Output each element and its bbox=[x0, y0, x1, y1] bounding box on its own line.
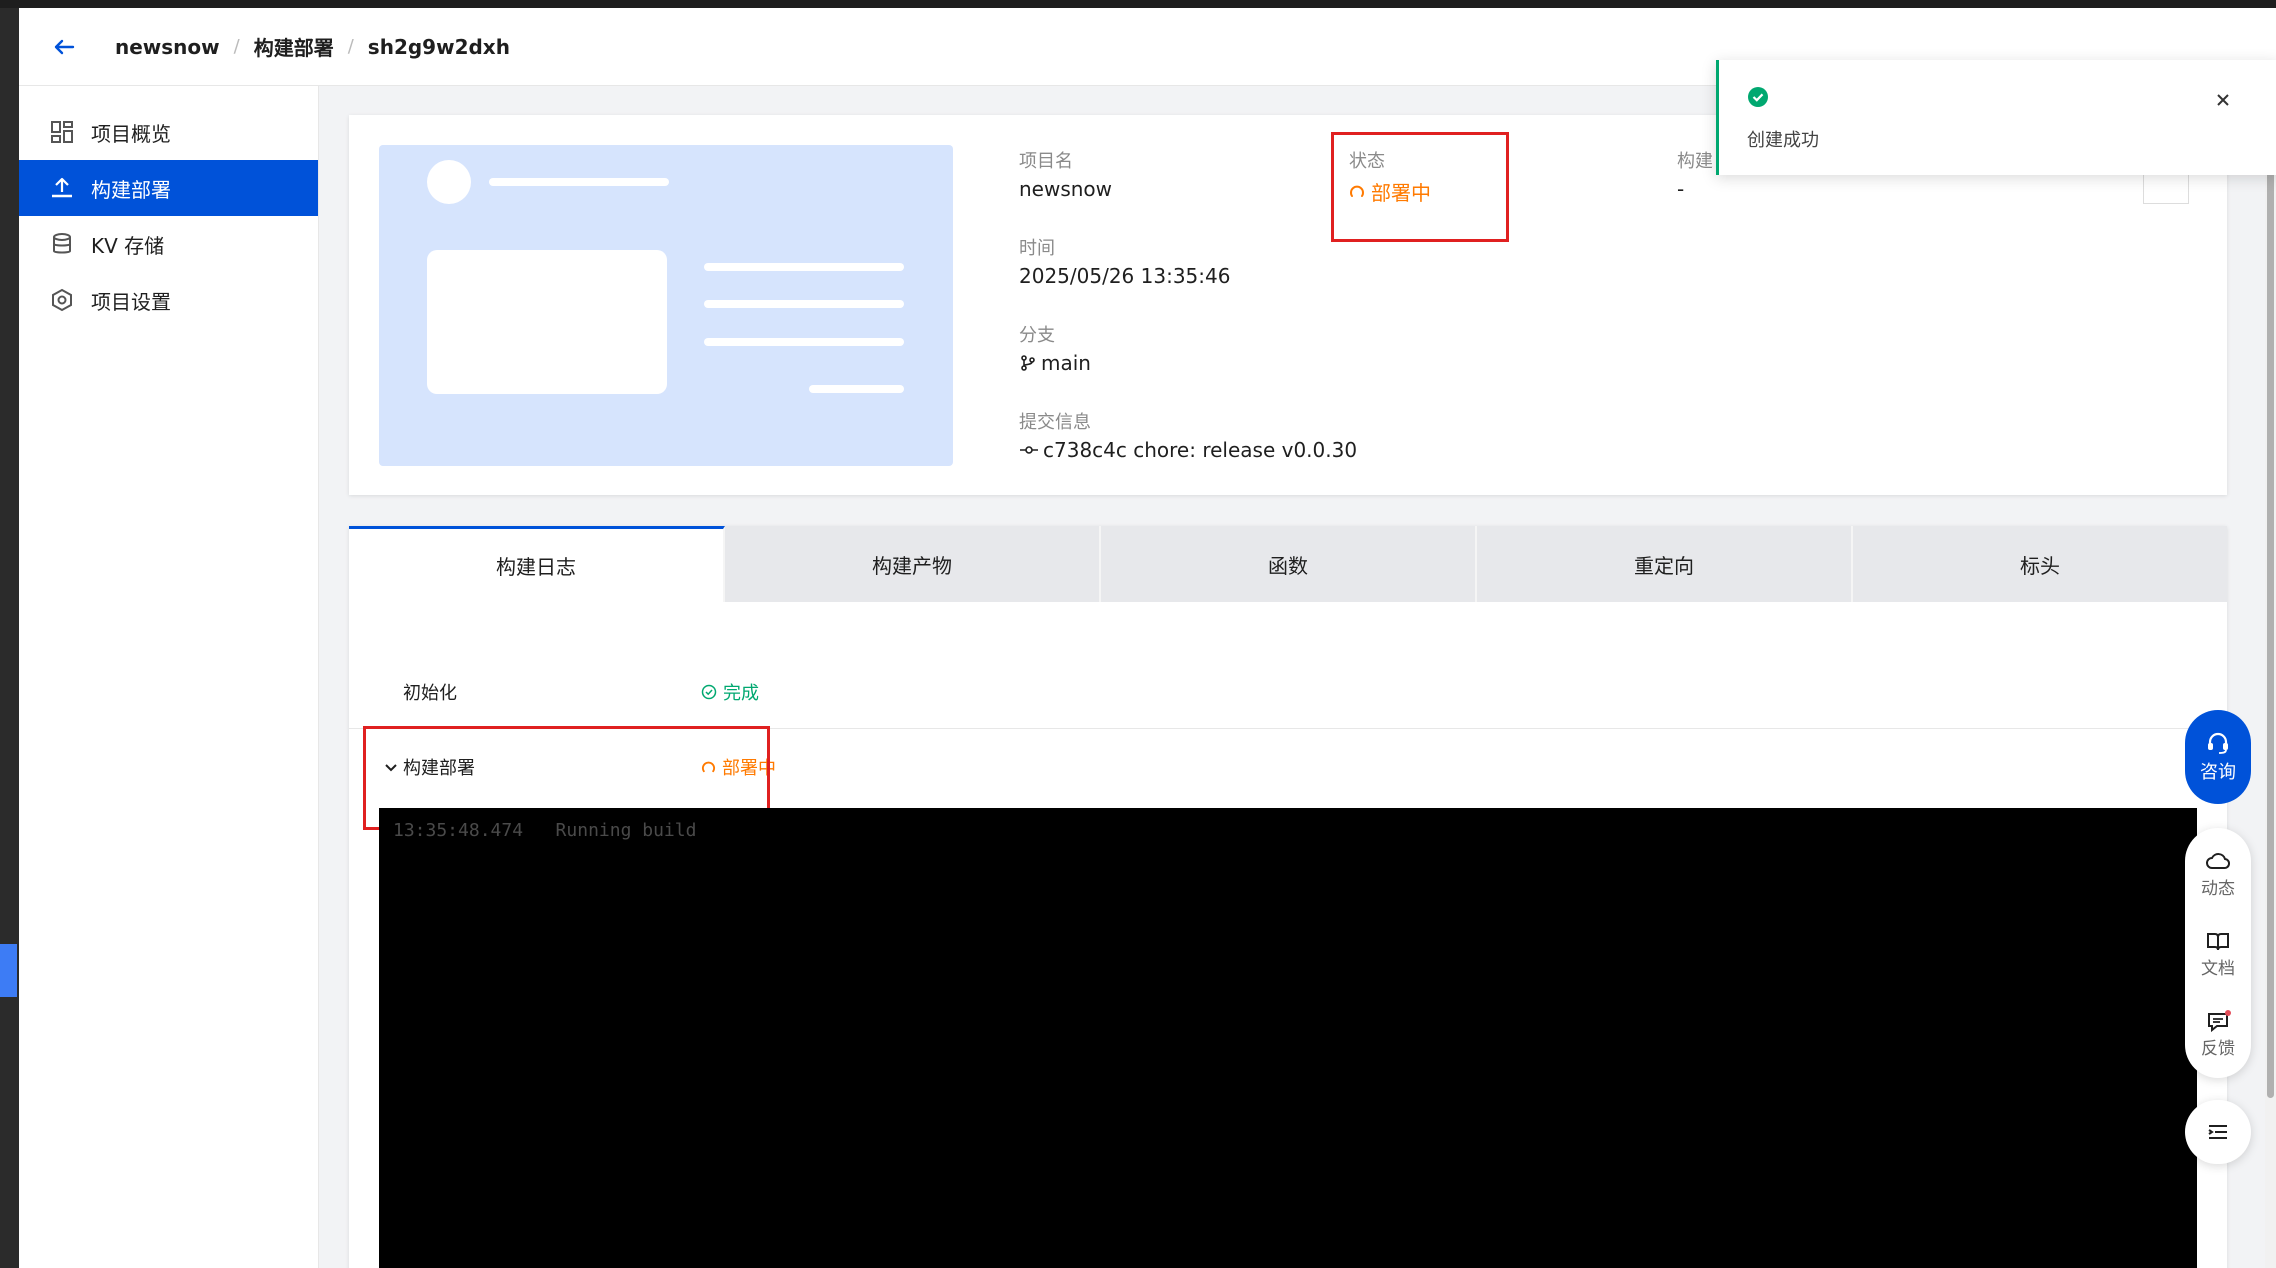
build-value: - bbox=[1677, 177, 1685, 201]
sidebar-item-label: KV 存储 bbox=[91, 233, 165, 258]
list-menu-icon bbox=[2206, 1120, 2230, 1144]
highlight-box bbox=[1331, 132, 1509, 242]
sidebar-item-label: 项目概览 bbox=[91, 121, 171, 146]
step-name: 初始化 bbox=[403, 683, 457, 704]
window-left-strip bbox=[0, 8, 19, 1268]
database-icon bbox=[49, 231, 75, 257]
book-icon bbox=[2205, 930, 2231, 954]
sidebar-item-overview[interactable]: 项目概览 bbox=[19, 104, 318, 160]
branch-value: main bbox=[1019, 351, 1091, 375]
branch-label: 分支 bbox=[1019, 325, 1055, 346]
scroll-thumb[interactable] bbox=[2267, 108, 2274, 1098]
branch-text: main bbox=[1041, 351, 1091, 375]
git-branch-icon bbox=[1019, 354, 1037, 372]
sidebar-item-build-deploy[interactable]: 构建部署 bbox=[19, 160, 318, 216]
dynamic-button[interactable]: 动态 bbox=[2185, 834, 2251, 914]
step-row-init: 初始化 完成 bbox=[349, 656, 2227, 729]
sidebar-item-settings[interactable]: 项目设置 bbox=[19, 272, 318, 328]
sidebar-item-label: 构建部署 bbox=[91, 177, 171, 202]
sidebar-item-label: 项目设置 bbox=[91, 289, 171, 314]
preview-thumbnail bbox=[379, 145, 953, 466]
commit-text: c738c4c chore: release v0.0.30 bbox=[1043, 438, 1358, 462]
tab-build-log[interactable]: 构建日志 bbox=[349, 526, 725, 602]
close-icon[interactable] bbox=[2207, 84, 2239, 116]
build-log-card: 构建日志 构建产物 函数 重定向 标头 初始化 完成 构建部署 部署中 13:3… bbox=[349, 526, 2227, 1268]
commit-value: c738c4c chore: release v0.0.30 bbox=[1019, 438, 1357, 462]
dashboard-icon bbox=[49, 119, 75, 145]
settings-icon bbox=[49, 287, 75, 313]
step-status: 完成 bbox=[701, 679, 759, 705]
feedback-button[interactable]: 反馈 bbox=[2185, 994, 2251, 1074]
breadcrumb-separator: / bbox=[347, 36, 354, 57]
build-label: 构建 bbox=[1677, 151, 1713, 172]
breadcrumb: newsnow / 构建部署 / sh2g9w2dxh bbox=[115, 8, 510, 85]
floating-tool-panel: 动态 文档 反馈 bbox=[2185, 828, 2251, 1078]
commit-label: 提交信息 bbox=[1019, 412, 1091, 433]
git-commit-icon bbox=[1019, 441, 1039, 459]
dynamic-label: 动态 bbox=[2201, 878, 2235, 899]
breadcrumb-separator: / bbox=[233, 36, 240, 57]
time-label: 时间 bbox=[1019, 238, 1055, 259]
step-status-text: 完成 bbox=[723, 683, 759, 704]
log-console[interactable]: 13:35:48.474 Running build bbox=[379, 808, 2197, 1268]
docs-button[interactable]: 文档 bbox=[2185, 914, 2251, 994]
toast-message: 创建成功 bbox=[1747, 130, 1819, 151]
more-button[interactable] bbox=[2143, 173, 2189, 204]
success-toast: 创建成功 bbox=[1716, 60, 2276, 175]
app-window: newsnow / 构建部署 / sh2g9w2dxh 项目概览 构建部署 KV… bbox=[19, 8, 2276, 1268]
sidebar: 项目概览 构建部署 KV 存储 项目设置 bbox=[19, 86, 319, 1268]
upload-icon bbox=[49, 175, 75, 201]
log-line: 13:35:48.474 Running build bbox=[393, 820, 697, 841]
message-icon bbox=[2205, 1009, 2231, 1034]
consult-button[interactable]: 咨询 bbox=[2185, 710, 2251, 804]
breadcrumb-project[interactable]: newsnow bbox=[115, 35, 220, 59]
breadcrumb-deployment: sh2g9w2dxh bbox=[367, 34, 510, 59]
success-check-icon bbox=[1747, 86, 1769, 112]
project-name-label: 项目名 bbox=[1019, 151, 1073, 172]
project-name-value: newsnow bbox=[1019, 177, 1113, 201]
scrollbar[interactable] bbox=[2265, 86, 2276, 1268]
check-circle-icon bbox=[701, 684, 717, 700]
consult-label: 咨询 bbox=[2200, 762, 2236, 783]
back-arrow-icon[interactable] bbox=[47, 30, 81, 64]
window-top-strip bbox=[0, 0, 2276, 8]
docs-label: 文档 bbox=[2201, 958, 2235, 979]
cloud-icon bbox=[2205, 850, 2231, 874]
tab-bar: 构建日志 构建产物 函数 重定向 标头 bbox=[349, 526, 2227, 602]
time-value: 2025/05/26 13:35:46 bbox=[1019, 264, 1231, 288]
headset-icon bbox=[2205, 730, 2231, 756]
tab-build-artifacts[interactable]: 构建产物 bbox=[725, 526, 1101, 602]
feedback-label: 反馈 bbox=[2201, 1038, 2235, 1059]
sidebar-item-kv-storage[interactable]: KV 存储 bbox=[19, 216, 318, 272]
tab-redirects[interactable]: 重定向 bbox=[1477, 526, 1853, 602]
tab-functions[interactable]: 函数 bbox=[1101, 526, 1477, 602]
edge-indicator bbox=[0, 944, 17, 997]
breadcrumb-section[interactable]: 构建部署 bbox=[254, 32, 334, 61]
tab-headers[interactable]: 标头 bbox=[1853, 526, 2227, 602]
menu-button[interactable] bbox=[2185, 1100, 2251, 1164]
